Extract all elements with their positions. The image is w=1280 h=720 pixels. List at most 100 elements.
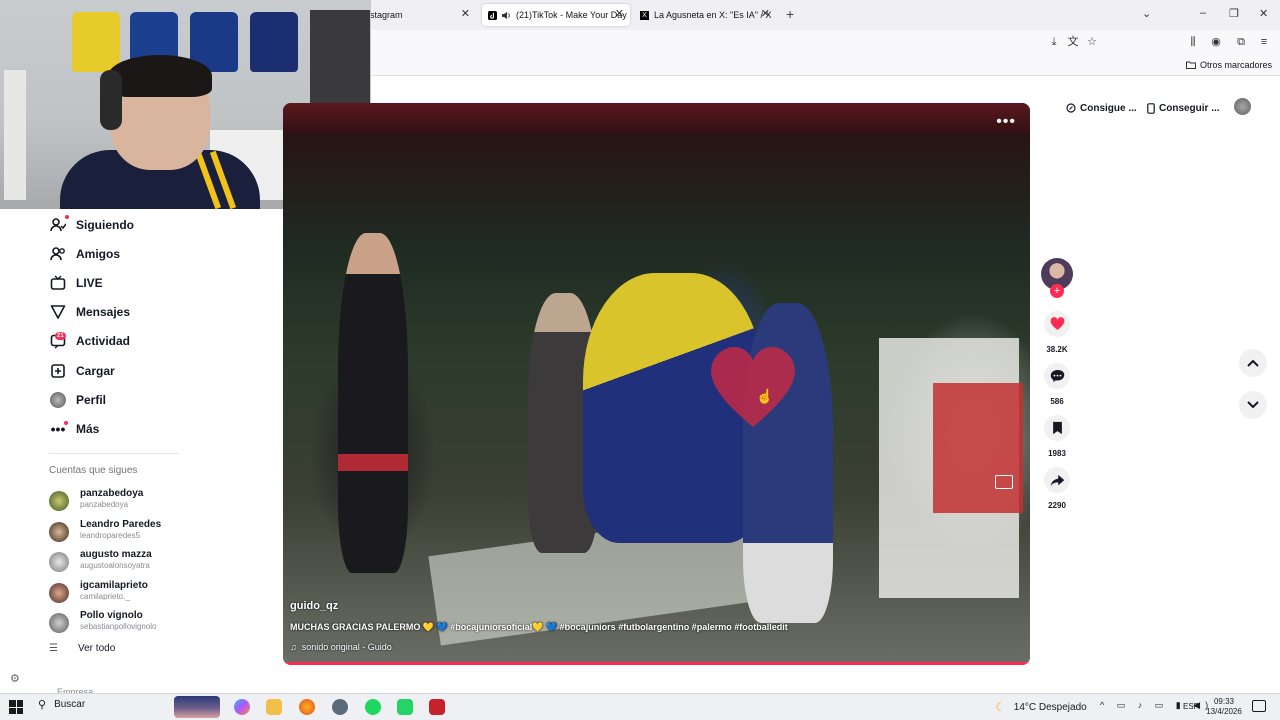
webcam-person-hair — [108, 55, 212, 97]
see-all-button[interactable]: ☰ Ver todo — [49, 643, 115, 654]
new-tab-button[interactable]: + — [786, 6, 794, 22]
list-item[interactable]: Pollo vignolo sebastianpollovignolo — [49, 610, 249, 634]
extensions-icon[interactable]: ⧉ — [1234, 35, 1248, 49]
get-app-button[interactable]: Conseguir ... — [1147, 100, 1220, 116]
chevron-up-icon — [1247, 359, 1259, 367]
account-icon[interactable]: ◉ — [1209, 35, 1223, 49]
language-indicator[interactable]: ESP — [1183, 702, 1199, 711]
user-avatar[interactable] — [1234, 98, 1251, 115]
comment-button[interactable] — [1044, 363, 1070, 389]
close-tab-icon[interactable]: ✕ — [761, 7, 770, 20]
taskbar-search[interactable]: ⚲ Buscar — [38, 698, 85, 711]
sidebar-item-perfil[interactable]: Perfil — [49, 389, 106, 411]
other-bookmarks[interactable]: Otros marcadores — [1185, 60, 1272, 70]
weather-label: 14°C Despejado — [1013, 701, 1087, 713]
taskbar-search-label: Buscar — [54, 699, 86, 710]
following-icon — [49, 216, 67, 234]
get-coins-button[interactable]: Consigue ... — [1066, 100, 1137, 116]
sidebar-item-mas[interactable]: ••• Más — [49, 418, 100, 440]
sidebar-item-amigos[interactable]: Amigos — [49, 243, 120, 265]
share-arrow-icon — [1050, 474, 1064, 486]
sidebar-item-label: Más — [76, 422, 100, 436]
video-player[interactable]: ••• ☝ guido_qz MUCHAS GRACIAS PALERMO 💛 … — [283, 103, 1030, 665]
list-item[interactable]: igcamilaprieto camilaprieto._ — [49, 580, 249, 604]
video-progress-bar[interactable] — [283, 662, 1030, 665]
list-item[interactable]: panzabedoya panzabedoya — [49, 488, 249, 512]
file-explorer-icon[interactable] — [266, 699, 282, 715]
share-button[interactable] — [1044, 467, 1070, 493]
notifications-icon[interactable] — [1252, 700, 1266, 712]
spotify-icon[interactable] — [365, 699, 381, 715]
picture-in-picture-icon[interactable] — [995, 475, 1013, 489]
like-heart-animation-icon — [711, 347, 795, 427]
steam-icon[interactable] — [332, 699, 348, 715]
sidebar: Siguiendo Amigos LIVE Mensajes Actividad… — [33, 209, 283, 697]
sidebar-item-label: Perfil — [76, 393, 107, 407]
tab-x[interactable]: X La Agusneta en X: "Es IA" / X ✕ — [634, 4, 776, 26]
star-bookmark-icon[interactable]: ☆ — [1085, 35, 1099, 49]
like-button[interactable] — [1044, 311, 1070, 337]
maximize-icon[interactable]: ❐ — [1229, 7, 1239, 20]
more-options-icon[interactable]: ••• — [996, 113, 1016, 131]
live-icon — [49, 274, 67, 292]
list-item[interactable]: Leandro Paredes leandroparedes5 — [49, 519, 249, 543]
sidebar-item-live[interactable]: LIVE — [49, 272, 103, 294]
clock[interactable]: 09:33 13/4/2026 — [1204, 697, 1244, 717]
video-sound[interactable]: ♫ sonido original - Guido — [290, 642, 392, 652]
friends-icon — [49, 245, 67, 263]
download-icon[interactable]: ⤓ — [1047, 35, 1061, 49]
sidebar-item-mensajes[interactable]: Mensajes — [49, 301, 130, 323]
list-icon: ☰ — [49, 643, 58, 654]
search-highlight-image[interactable] — [174, 696, 220, 718]
follow-plus-icon[interactable]: + — [1050, 284, 1064, 298]
sidebar-item-cargar[interactable]: Cargar — [49, 360, 115, 382]
see-all-label: Ver todo — [78, 643, 116, 654]
library-icon[interactable]: ⫼ — [1186, 35, 1200, 49]
windows-start-icon[interactable] — [9, 700, 23, 714]
like-count: 38.2K — [1046, 345, 1068, 354]
list-item[interactable]: augusto mazza augustoalonsoyatra — [49, 549, 249, 573]
weather-widget[interactable]: ☾ 14°C Despejado — [995, 700, 1087, 714]
sidebar-item-label: Actividad — [76, 334, 131, 348]
save-button[interactable] — [1044, 415, 1070, 441]
windows-taskbar: ⚲ Buscar ☾ 14°C Despejado ^ ▭ ♪ ▭ ▮ ◀) E… — [0, 693, 1280, 720]
account-username: camilaprieto._ — [80, 592, 130, 601]
recording-app-icon[interactable] — [429, 699, 445, 715]
speaker-icon[interactable] — [501, 11, 511, 20]
copilot-icon[interactable] — [234, 699, 250, 715]
sidebar-item-siguiendo[interactable]: Siguiendo — [49, 214, 134, 236]
minimize-icon[interactable]: – — [1200, 7, 1206, 19]
messages-icon — [49, 303, 67, 321]
video-author[interactable]: guido_qz — [290, 600, 338, 612]
tab-tiktok[interactable]: (21)TikTok - Make Your Day ✕ — [482, 4, 630, 26]
webcam-jersey-blue — [250, 12, 298, 72]
translate-icon[interactable]: 文 — [1066, 35, 1080, 49]
list-all-tabs-icon[interactable]: ⌄ — [1142, 7, 1151, 20]
account-name: Leandro Paredes — [80, 519, 162, 530]
next-video-button[interactable] — [1239, 391, 1267, 419]
webcam-headset — [100, 70, 122, 130]
close-window-icon[interactable]: ✕ — [1259, 7, 1268, 20]
account-username: leandroparedes5 — [80, 531, 141, 540]
get-coins-label: Consigue ... — [1080, 102, 1137, 114]
sound-label: sonido original - Guido — [301, 642, 392, 652]
clock-time: 09:33 — [1213, 697, 1235, 706]
following-accounts-title: Cuentas que sigues — [49, 465, 138, 476]
previous-video-button[interactable] — [1239, 349, 1267, 377]
account-username: panzabedoya — [80, 500, 129, 509]
close-tab-icon[interactable]: ✕ — [615, 7, 624, 20]
whatsapp-icon[interactable] — [397, 699, 413, 715]
avatar — [49, 613, 69, 633]
close-tab-icon[interactable]: ✕ — [461, 7, 470, 20]
video-description: MUCHAS GRACIAS PALERMO 💛 💙 #bocajuniorso… — [290, 622, 788, 632]
tab-instagram[interactable]: stagram ✕ — [364, 4, 476, 26]
share-count: 2290 — [1048, 501, 1066, 510]
profile-avatar — [49, 391, 67, 409]
webcam-jersey-yellow — [72, 12, 120, 72]
menu-icon[interactable]: ≡ — [1257, 35, 1271, 49]
avatar — [49, 491, 69, 511]
settings-gear-icon[interactable]: ⚙ — [10, 672, 20, 685]
activity-badge: 21 — [55, 332, 66, 340]
firefox-icon[interactable] — [299, 699, 315, 715]
moon-icon: ☾ — [995, 700, 1006, 714]
